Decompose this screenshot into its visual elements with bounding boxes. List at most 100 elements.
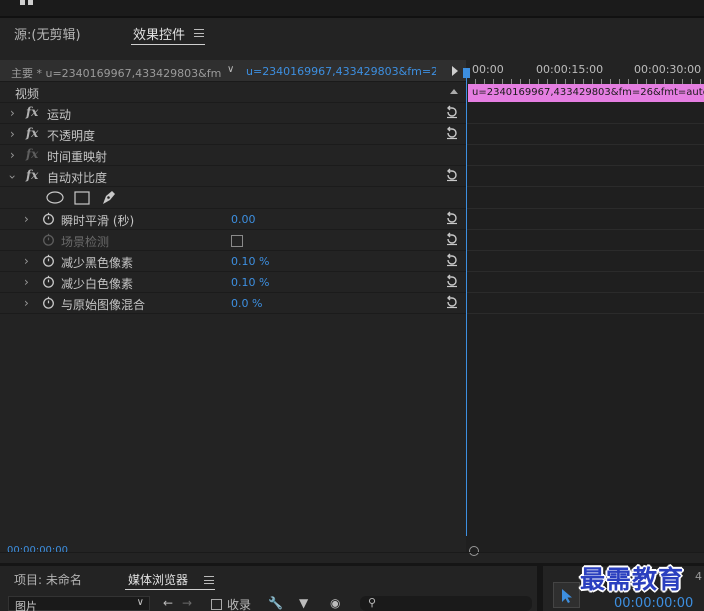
panel-menu-icon[interactable] xyxy=(194,29,204,37)
reset-icon[interactable] xyxy=(445,274,459,288)
param-value[interactable]: 0.10 % xyxy=(231,255,269,268)
playhead-handle[interactable] xyxy=(463,68,470,78)
expand-chevron-icon[interactable]: › xyxy=(24,296,29,310)
collapse-up-icon[interactable] xyxy=(450,89,458,94)
param-row-instant-smoothing[interactable]: › 瞬时平滑 (秒) 0.00 xyxy=(0,209,466,230)
stopwatch-icon[interactable] xyxy=(42,275,55,288)
rectangle-mask-icon[interactable] xyxy=(74,191,90,205)
param-label: 场景检测 xyxy=(61,235,110,249)
param-row-scene-detect[interactable]: 场景检测 xyxy=(0,230,466,251)
tab-underline xyxy=(125,589,215,590)
timeline-row-divider xyxy=(466,292,704,293)
ruler-label: 00:00:15:00 xyxy=(536,63,604,76)
timeline-row-divider xyxy=(466,229,704,230)
selection-arrow-icon xyxy=(562,589,572,603)
effect-row-time-remapping[interactable]: › fx 时间重映射 xyxy=(0,145,466,166)
chevron-down-icon[interactable]: ∨ xyxy=(137,597,144,608)
param-value[interactable]: 0.00 xyxy=(231,213,256,226)
effect-label: 时间重映射 xyxy=(47,150,108,164)
timeline-row-divider xyxy=(466,144,704,145)
reset-icon[interactable] xyxy=(445,295,459,309)
reset-icon[interactable] xyxy=(445,168,459,182)
effect-timeline[interactable]: 00:00 00:00:15:00 00:00:30:00 u=23401699… xyxy=(463,60,704,556)
param-label: 瞬时平滑 (秒) xyxy=(61,214,135,228)
fx-icon[interactable]: fx xyxy=(26,126,38,140)
effect-label: 运动 xyxy=(47,108,72,122)
playhead-line[interactable] xyxy=(466,68,467,536)
timeline-row-divider xyxy=(466,250,704,251)
stopwatch-icon[interactable] xyxy=(42,254,55,267)
expand-chevron-icon[interactable]: › xyxy=(24,254,29,268)
section-video-label: 视频 xyxy=(15,87,40,101)
sequence-clip-label[interactable]: u=2340169967,433429803&fm=26&... xyxy=(246,65,436,78)
play-triangle-icon[interactable] xyxy=(452,66,458,76)
reset-icon[interactable] xyxy=(445,105,459,119)
reset-icon[interactable] xyxy=(445,126,459,140)
filter-icon[interactable]: ▼ xyxy=(299,596,308,610)
search-input[interactable]: ⚲ xyxy=(360,596,532,611)
ingest-checkbox[interactable] xyxy=(211,599,222,610)
param-row-reduce-black[interactable]: › 减少黑色像素 0.10 % xyxy=(0,251,466,272)
expand-chevron-icon[interactable]: › xyxy=(10,148,15,162)
param-value[interactable]: 0.0 % xyxy=(231,297,262,310)
stopwatch-icon[interactable] xyxy=(42,212,55,225)
zoom-scroll-handle[interactable] xyxy=(469,546,479,556)
fx-icon[interactable]: fx xyxy=(26,168,38,182)
tab-effect-controls[interactable]: 效果控件 xyxy=(133,24,185,43)
param-value[interactable]: 0.10 % xyxy=(231,276,269,289)
panel-splitter[interactable] xyxy=(537,566,543,611)
expand-chevron-icon[interactable]: › xyxy=(10,106,15,120)
fx-icon[interactable]: fx xyxy=(26,105,38,119)
current-timecode[interactable]: 00:00:00:00 xyxy=(7,545,68,556)
reset-icon[interactable] xyxy=(445,253,459,267)
pen-mask-icon[interactable] xyxy=(101,189,117,206)
cut-off-label: 4 xyxy=(695,570,702,583)
back-arrow-icon[interactable]: ← xyxy=(163,596,173,610)
fx-icon: fx xyxy=(26,147,39,161)
eye-icon[interactable]: ◉ xyxy=(330,596,340,610)
param-row-reduce-white[interactable]: › 减少白色像素 0.10 % xyxy=(0,272,466,293)
reset-icon[interactable] xyxy=(445,211,459,225)
wrench-icon[interactable]: 🔧 xyxy=(268,596,283,610)
master-clip-label[interactable]: 主要 * u=2340169967,433429803&fm=... xyxy=(11,65,221,81)
effect-row-auto-contrast[interactable]: › fx 自动对比度 xyxy=(0,166,466,187)
tab-media-browser[interactable]: 媒体浏览器 xyxy=(128,571,188,588)
expand-chevron-icon[interactable]: › xyxy=(24,275,29,289)
grip-icon[interactable] xyxy=(20,0,34,6)
timeline-row-divider xyxy=(466,313,704,314)
param-row-blend-original[interactable]: › 与原始图像混合 0.0 % xyxy=(0,293,466,314)
media-toolbar: 图片 ∨ ← → 收录 🔧 ▼ ◉ ⚲ xyxy=(0,596,537,611)
effect-controls-panel: 源:(无剪辑) 效果控件 主要 * u=2340169967,433429803… xyxy=(0,18,704,563)
tab-underline xyxy=(131,44,205,45)
expand-chevron-icon[interactable]: › xyxy=(10,127,15,141)
scene-detect-checkbox[interactable] xyxy=(231,235,243,247)
forward-arrow-icon[interactable]: → xyxy=(182,596,192,610)
selection-tool-button[interactable] xyxy=(553,582,580,608)
effect-row-opacity[interactable]: › fx 不透明度 xyxy=(0,124,466,145)
expand-chevron-icon[interactable]: › xyxy=(24,212,29,226)
folder-dropdown[interactable]: 图片 ∨ xyxy=(8,596,150,611)
effect-row-motion[interactable]: › fx 运动 xyxy=(0,103,466,124)
collapse-chevron-icon[interactable]: › xyxy=(5,175,19,180)
tab-source[interactable]: 源:(无剪辑) xyxy=(14,24,81,43)
chevron-down-icon[interactable]: ∨ xyxy=(227,64,234,75)
param-label: 减少黑色像素 xyxy=(61,256,134,270)
stopwatch-icon[interactable] xyxy=(42,296,55,309)
footer-divider xyxy=(0,552,704,553)
clip-selector-bar: 主要 * u=2340169967,433429803&fm=... ∨ u=2… xyxy=(0,60,466,82)
ellipse-mask-icon[interactable] xyxy=(46,191,64,204)
tab-project[interactable]: 项目: 未命名 xyxy=(14,571,82,588)
timeline-row-divider xyxy=(466,208,704,209)
param-label: 与原始图像混合 xyxy=(61,298,146,312)
timeline-clip[interactable]: u=2340169967,433429803&fm=26&fmt=auto.jp… xyxy=(468,84,704,102)
time-ruler[interactable]: 00:00 00:00:15:00 00:00:30:00 xyxy=(466,60,704,84)
effect-label: 自动对比度 xyxy=(47,171,108,185)
dropdown-value: 图片 xyxy=(15,600,37,611)
panel-menu-icon[interactable] xyxy=(204,576,214,584)
timeline-row-divider xyxy=(466,186,704,187)
ruler-label: 00:00 xyxy=(472,63,504,76)
program-timecode[interactable]: 00:00:00:00 xyxy=(614,596,693,611)
timeline-row-divider xyxy=(466,123,704,124)
reset-icon[interactable] xyxy=(445,232,459,246)
stopwatch-icon xyxy=(43,233,54,246)
